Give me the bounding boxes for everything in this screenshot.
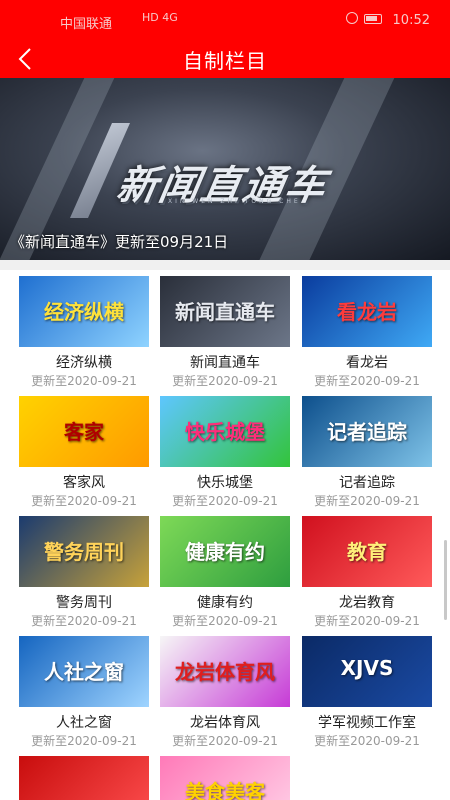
program-thumbnail: XJVS bbox=[302, 636, 432, 707]
program-name: 客家风 bbox=[63, 475, 105, 491]
program-name: 经济纵横 bbox=[56, 355, 112, 371]
battery-icon bbox=[364, 14, 382, 24]
program-name: 健康有约 bbox=[197, 595, 253, 611]
program-thumbnail: 客家 bbox=[19, 396, 149, 467]
program-update-date: 更新至2020-09-21 bbox=[314, 494, 420, 508]
thumbnail-title: 新闻直通车 bbox=[175, 300, 275, 324]
program-update-date: 更新至2020-09-21 bbox=[172, 614, 278, 628]
program-name: 新闻直通车 bbox=[190, 355, 260, 371]
status-bar: 中国联通 HD 4G 10:52 bbox=[0, 0, 450, 40]
thumbnail-title: 记者追踪 bbox=[327, 420, 407, 444]
thumbnail-title: 看龙岩 bbox=[337, 300, 397, 324]
program-thumbnail: 健康有约 bbox=[160, 516, 290, 587]
program-update-date: 更新至2020-09-21 bbox=[172, 494, 278, 508]
signal-indicator: HD 4G bbox=[142, 11, 178, 24]
program-grid: 经济纵横 经济纵横 更新至2020-09-21 新闻直通车 新闻直通车 更新至2020-0… bbox=[0, 270, 450, 800]
alarm-icon bbox=[346, 12, 358, 24]
program-name: 龙岩教育 bbox=[339, 595, 395, 611]
program-thumbnail: 人社之窗 bbox=[19, 636, 149, 707]
program-thumbnail: 美食美客 bbox=[160, 756, 290, 800]
program-update-date: 更新至2020-09-21 bbox=[172, 734, 278, 748]
program-name: 龙岩体育风 bbox=[190, 715, 260, 731]
program-thumbnail: 龙岩体育风 bbox=[160, 636, 290, 707]
thumbnail-title: XJVS bbox=[340, 656, 394, 680]
program-thumbnail: 警务周刊 bbox=[19, 516, 149, 587]
program-name: 看龙岩 bbox=[346, 355, 388, 371]
thumbnail-title: 人社之窗 bbox=[44, 660, 124, 684]
program-name: 记者追踪 bbox=[339, 475, 395, 491]
program-thumbnail: 教育 bbox=[302, 516, 432, 587]
page-title: 自制栏目 bbox=[183, 49, 267, 73]
program-update-date: 更新至2020-09-21 bbox=[31, 494, 137, 508]
thumbnail-title: 美食美客 bbox=[185, 780, 265, 800]
program-update-date: 更新至2020-09-21 bbox=[31, 374, 137, 388]
thumbnail-title: 健康有约 bbox=[185, 540, 265, 564]
program-thumbnail bbox=[19, 756, 149, 800]
program-thumbnail: 新闻直通车 bbox=[160, 276, 290, 347]
app-bar: 自制栏目 bbox=[0, 40, 450, 78]
thumbnail-title: 龙岩体育风 bbox=[175, 660, 275, 684]
scrollbar[interactable] bbox=[444, 540, 447, 620]
program-name: 快乐城堡 bbox=[197, 475, 253, 491]
thumbnail-title: 经济纵横 bbox=[44, 300, 124, 324]
program-update-date: 更新至2020-09-21 bbox=[172, 374, 278, 388]
carrier-label: 中国联通 bbox=[60, 17, 113, 32]
program-name: 警务周刊 bbox=[56, 595, 112, 611]
program-update-date: 更新至2020-09-21 bbox=[314, 734, 420, 748]
section-divider bbox=[0, 260, 450, 270]
thumbnail-title: 教育 bbox=[347, 540, 387, 564]
thumbnail-title: 快乐城堡 bbox=[185, 420, 265, 444]
program-update-date: 更新至2020-09-21 bbox=[314, 374, 420, 388]
program-thumbnail: 记者追踪 bbox=[302, 396, 432, 467]
clock: 10:52 bbox=[392, 13, 430, 28]
program-update-date: 更新至2020-09-21 bbox=[314, 614, 420, 628]
program-update-date: 更新至2020-09-21 bbox=[31, 614, 137, 628]
program-thumbnail: 看龙岩 bbox=[302, 276, 432, 347]
thumbnail-title: 警务周刊 bbox=[44, 540, 124, 564]
program-thumbnail: 快乐城堡 bbox=[160, 396, 290, 467]
program-update-date: 更新至2020-09-21 bbox=[31, 734, 137, 748]
banner-logo-subtitle: XIN WEN ZHI TONG CHE bbox=[168, 198, 301, 205]
program-thumbnail: 经济纵横 bbox=[19, 276, 149, 347]
program-name: 学军视频工作室 bbox=[318, 715, 416, 731]
thumbnail-title: 客家 bbox=[64, 420, 104, 444]
program-name: 人社之窗 bbox=[56, 715, 112, 731]
featured-banner[interactable]: 新闻直通车 XIN WEN ZHI TONG CHE 《新闻直通车》更新至09月… bbox=[0, 78, 450, 260]
banner-caption: 《新闻直通车》更新至09月21日 bbox=[10, 233, 229, 251]
